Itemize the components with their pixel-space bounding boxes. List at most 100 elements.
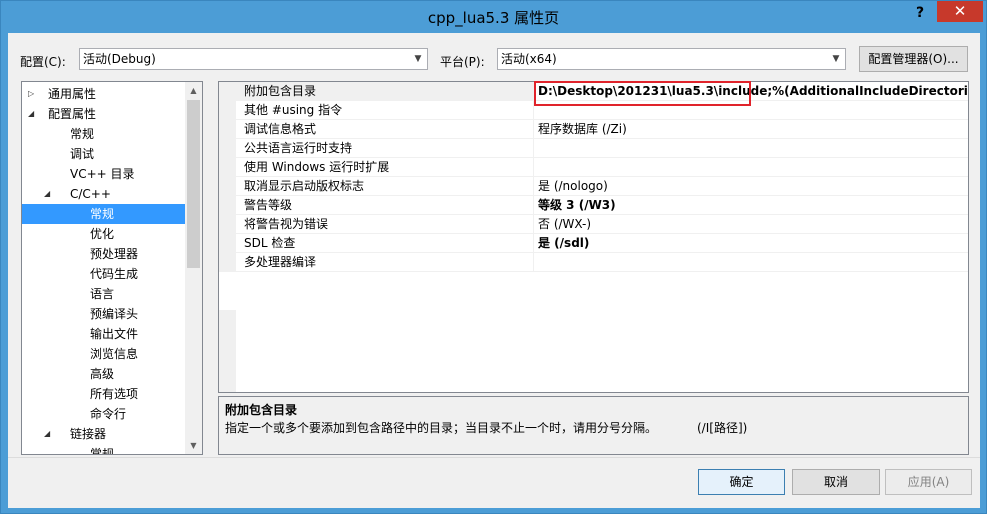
property-grid[interactable]: 附加包含目录 D:\Desktop\201231\lua5.3\include;%… <box>218 81 969 393</box>
config-label: 配置(C): <box>20 55 66 69</box>
property-value[interactable] <box>535 158 968 177</box>
collapse-icon[interactable]: ◢ <box>44 424 50 444</box>
tree-item[interactable]: 预处理器 <box>22 244 188 264</box>
config-combo-value: 活动(Debug) <box>83 52 156 66</box>
window-title: cpp_lua5.3 属性页 <box>427 9 560 27</box>
property-row[interactable]: 警告等级 等级 3 (/W3) <box>219 196 968 215</box>
tree-item[interactable]: 常规 <box>22 444 188 454</box>
description-body: 指定一个或多个要添加到包含路径中的目录；当目录不止一个时，请用分号分隔。 <box>225 421 658 435</box>
property-value[interactable]: 程序数据库 (/Zi) <box>535 120 968 139</box>
tree-item-label: 输出文件 <box>90 327 139 341</box>
row-margin <box>219 215 236 234</box>
config-combo[interactable]: 活动(Debug) ▼ <box>79 48 428 70</box>
property-value[interactable]: 等级 3 (/W3) <box>535 196 968 215</box>
tree-item-label: 命令行 <box>90 407 127 421</box>
tree-item-label: VC++ 目录 <box>70 167 135 181</box>
scroll-down-icon[interactable]: ▼ <box>185 437 202 454</box>
chevron-down-icon[interactable]: ▼ <box>827 49 845 69</box>
tree-item[interactable]: 调试 <box>22 144 188 164</box>
help-button[interactable]: ? <box>908 3 932 23</box>
row-margin <box>219 139 236 158</box>
close-button[interactable]: ✕ <box>937 1 983 22</box>
chevron-down-icon[interactable]: ▼ <box>409 49 427 69</box>
property-value[interactable]: 是 (/sdl) <box>535 234 968 253</box>
platform-combo[interactable]: 活动(x64) ▼ <box>497 48 846 70</box>
row-margin <box>219 120 236 139</box>
tree-scrollbar[interactable]: ▲ ▼ <box>185 82 202 454</box>
tree-item[interactable]: 浏览信息 <box>22 344 188 364</box>
property-row[interactable]: 公共语言运行时支持 <box>219 139 968 158</box>
property-name: 将警告视为错误 <box>236 215 534 234</box>
property-row[interactable]: 使用 Windows 运行时扩展 <box>219 158 968 177</box>
property-pages-window: cpp_lua5.3 属性页 ? ✕ 配置(C): 活动(Debug) ▼ 平台… <box>0 0 987 514</box>
tree-item-label: 高级 <box>90 367 115 381</box>
row-margin <box>219 253 236 272</box>
row-margin <box>219 177 236 196</box>
scroll-thumb[interactable] <box>187 100 200 268</box>
tree-item-label: 配置属性 <box>48 107 97 121</box>
property-name: 取消显示启动版权标志 <box>236 177 534 196</box>
tree-item-label: 代码生成 <box>90 267 139 281</box>
property-name: 调试信息格式 <box>236 120 534 139</box>
scroll-up-icon[interactable]: ▲ <box>185 82 202 99</box>
tree-item-label: 常规 <box>90 207 115 221</box>
property-row[interactable]: 调试信息格式 程序数据库 (/Zi) <box>219 120 968 139</box>
property-name: 使用 Windows 运行时扩展 <box>236 158 534 177</box>
category-tree[interactable]: ▷ 通用属性 ◢ 配置属性 常规 调试 VC++ 目录 ◢ C/C++ 常规 优化 预处理器 代码生成语… <box>21 81 203 455</box>
property-value[interactable] <box>535 139 968 158</box>
property-name: 公共语言运行时支持 <box>236 139 534 158</box>
description-panel: 附加包含目录 指定一个或多个要添加到包含路径中的目录；当目录不止一个时，请用分号… <box>218 396 969 455</box>
property-row[interactable]: 将警告视为错误否 (/WX-) <box>219 215 968 234</box>
tree-item[interactable]: 预编译头 <box>22 304 188 324</box>
grid-margin <box>219 310 236 392</box>
cancel-button[interactable]: 取消 <box>792 469 880 495</box>
tree-item[interactable]: 常规 <box>22 124 188 144</box>
property-row[interactable]: 取消显示启动版权标志是 (/nologo) <box>219 177 968 196</box>
tree-item-label: 浏览信息 <box>90 347 139 361</box>
tree-item[interactable]: 输出文件 <box>22 324 188 344</box>
row-margin <box>219 234 236 253</box>
platform-combo-value: 活动(x64) <box>501 52 557 66</box>
tree-item[interactable]: 所有选项 <box>22 384 188 404</box>
tree-item[interactable]: ◢ 配置属性 <box>22 104 188 124</box>
tree-item[interactable]: 代码生成 <box>22 264 188 284</box>
tree-item[interactable]: VC++ 目录 <box>22 164 188 184</box>
apply-button[interactable]: 应用(A) <box>885 469 972 495</box>
collapse-icon[interactable]: ◢ <box>44 184 50 204</box>
property-name: 其他 #using 指令 <box>236 101 534 120</box>
property-name: 多处理器编译 <box>236 253 534 272</box>
property-name: SDL 检查 <box>236 234 534 253</box>
expand-icon[interactable]: ▷ <box>28 84 34 104</box>
description-title: 附加包含目录 <box>225 403 298 417</box>
tree-item-label: 通用属性 <box>48 87 97 101</box>
tree-item-label: 调试 <box>70 147 95 161</box>
ok-button[interactable]: 确定 <box>698 469 785 495</box>
tree-item[interactable]: ◢ 链接器 <box>22 424 188 444</box>
property-value[interactable]: 否 (/WX-) <box>535 215 968 234</box>
property-value[interactable] <box>535 253 968 272</box>
property-name: 附加包含目录 <box>236 82 534 101</box>
collapse-icon[interactable]: ◢ <box>28 104 34 124</box>
property-row[interactable]: SDL 检查是 (/sdl) <box>219 234 968 253</box>
tree-item[interactable]: ▷ 通用属性 <box>22 84 188 104</box>
tree-item-label: 常规 <box>70 127 95 141</box>
tree-item-label: C/C++ <box>70 187 111 201</box>
property-value[interactable]: 是 (/nologo) <box>535 177 968 196</box>
title-bar[interactable]: cpp_lua5.3 属性页 ? ✕ <box>1 1 986 33</box>
tree-item[interactable]: 高级 <box>22 364 188 384</box>
dialog-client: 配置(C): 活动(Debug) ▼ 平台(P): 活动(x64) ▼ 配置管理… <box>8 33 980 508</box>
row-margin <box>219 158 236 177</box>
tree-item[interactable]: 优化 <box>22 224 188 244</box>
tree-item-label: 优化 <box>90 227 115 241</box>
tree-item[interactable]: 常规 <box>22 204 188 224</box>
tree-item[interactable]: ◢ C/C++ <box>22 184 188 204</box>
description-flag: (/I[路径]) <box>697 421 748 435</box>
row-margin <box>219 82 236 101</box>
tree-item-label: 所有选项 <box>90 387 139 401</box>
platform-label: 平台(P): <box>440 55 485 69</box>
tree-item[interactable]: 语言 <box>22 284 188 304</box>
property-row[interactable]: 多处理器编译 <box>219 253 968 272</box>
tree-item-label: 预编译头 <box>90 307 139 321</box>
tree-item[interactable]: 命令行 <box>22 404 188 424</box>
config-manager-button[interactable]: 配置管理器(O)... <box>859 46 968 72</box>
